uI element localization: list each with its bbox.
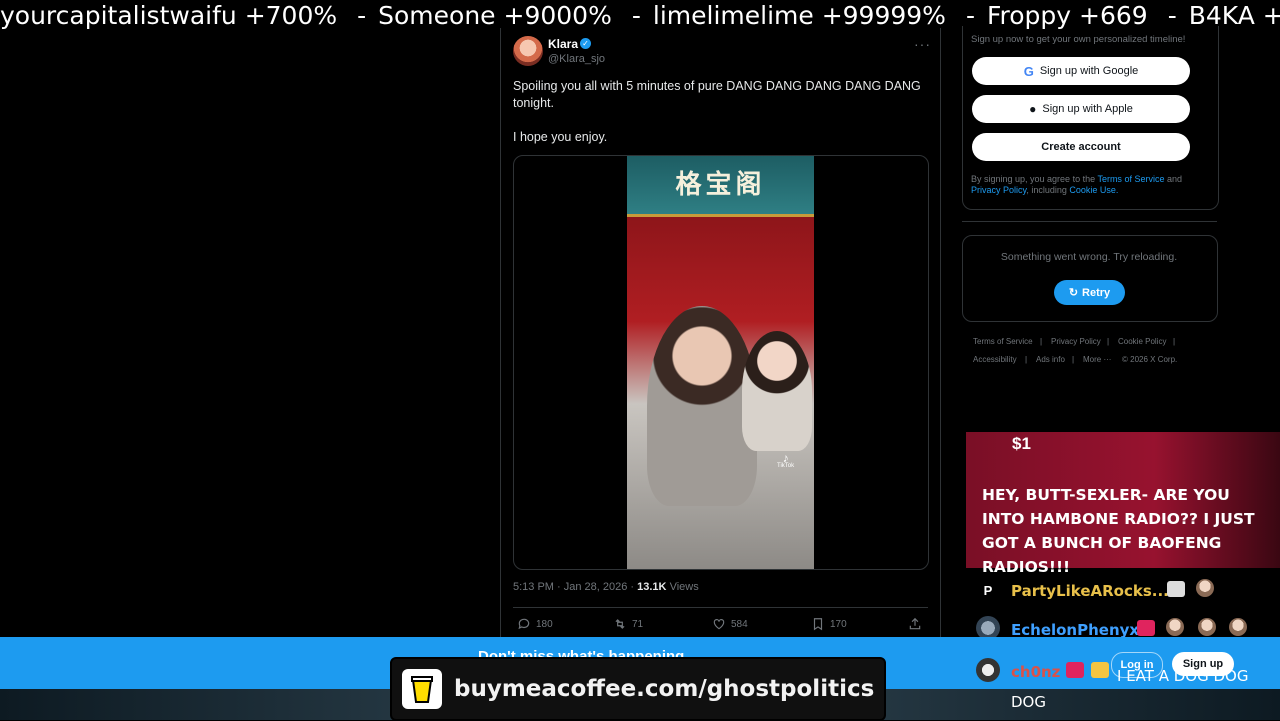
- chat-emote-icon: [1198, 618, 1216, 636]
- coffee-overlay: buymeacoffee.com/ghostpolitics: [390, 657, 886, 721]
- tweet-text: Spoiling you all with 5 minutes of pure …: [513, 78, 928, 163]
- views-count: 13.1K: [637, 581, 667, 593]
- reply-button[interactable]: 180: [517, 617, 553, 631]
- signup-subtitle: Sign up now to get your own personalized…: [971, 34, 1186, 45]
- bookmark-icon: [813, 618, 823, 631]
- google-icon: G: [1023, 63, 1034, 79]
- chat-emote-icon: [1166, 618, 1184, 636]
- ticker-item: Someone +9000%: [378, 1, 612, 30]
- retry-button[interactable]: ↻ Retry: [1054, 280, 1125, 305]
- tiktok-watermark: ♪ TikTok: [777, 451, 795, 469]
- chat-avatar: [976, 658, 1000, 682]
- chat-emote-icon: [1229, 618, 1247, 636]
- repost-button[interactable]: 71: [613, 617, 643, 631]
- ticker-separator: -: [357, 1, 367, 30]
- tweet-timestamp[interactable]: 5:13 PM · Jan 28, 2026 ·: [513, 581, 634, 593]
- footer-sep: |: [1040, 337, 1043, 346]
- donation-message: HEY, BUTT-SEXLER- ARE YOU INTO HAMBONE R…: [982, 486, 1255, 576]
- heart-icon: [713, 619, 725, 630]
- create-account-label: Create account: [1041, 141, 1121, 153]
- legal-text: , including: [1026, 185, 1067, 195]
- tweet-text-line: Spoiling you all with 5 minutes of pure …: [513, 79, 921, 110]
- ticker-item: limelimelime +99999%: [652, 1, 946, 30]
- signup-apple-label: Sign up with Apple: [1042, 103, 1133, 115]
- signup-google-label: Sign up with Google: [1039, 65, 1139, 77]
- chat-badge-icon: [1167, 581, 1185, 597]
- footer-link-cookie[interactable]: Cookie Policy: [1118, 337, 1166, 346]
- video-person: [647, 306, 757, 506]
- ticker-item: yourcapitalistwaifu +700%: [0, 1, 338, 30]
- author-handle[interactable]: @Klara_sjo: [548, 53, 605, 65]
- apple-icon: ●: [1029, 102, 1037, 116]
- ticker-separator: -: [631, 1, 641, 30]
- footer-link-more[interactable]: More ···: [1083, 355, 1111, 364]
- signup-google-button[interactable]: G Sign up with Google: [972, 57, 1190, 85]
- legal-text: By signing up, you agree to the: [971, 174, 1096, 184]
- repost-count: 71: [632, 618, 644, 630]
- privacy-link[interactable]: Privacy Policy: [971, 185, 1026, 195]
- chat-username: PartyLikeARocks...: [1011, 582, 1169, 600]
- chat-badge-icon: [1137, 620, 1155, 636]
- repost-icon: [615, 619, 625, 629]
- reply-count: 180: [536, 618, 553, 630]
- author-avatar[interactable]: [513, 36, 543, 66]
- donation-amount: $1: [1012, 434, 1031, 453]
- refresh-icon: ↻: [1068, 287, 1079, 299]
- divider: [962, 221, 1217, 222]
- bookmark-button[interactable]: 170: [811, 617, 847, 631]
- chat-emote-icon: [1196, 579, 1214, 597]
- footer-sep: |: [1107, 337, 1110, 346]
- signup-legal-text: By signing up, you agree to the Terms of…: [971, 174, 1211, 196]
- chat-avatar: P: [983, 582, 993, 598]
- create-account-button[interactable]: Create account: [972, 133, 1190, 161]
- legal-text: and: [1166, 174, 1183, 184]
- reply-icon: [518, 618, 530, 630]
- more-options-icon[interactable]: ···: [914, 36, 931, 52]
- footer-sep: |: [1025, 355, 1028, 364]
- signup-button[interactable]: Sign up: [1172, 652, 1234, 676]
- error-card: [962, 235, 1218, 322]
- video-person: [742, 331, 812, 451]
- divider: [513, 607, 928, 608]
- coffee-url: buymeacoffee.com/ghostpolitics: [454, 676, 875, 702]
- footer-link-terms[interactable]: Terms of Service: [973, 337, 1033, 346]
- footer-link-ads[interactable]: Ads info: [1036, 355, 1065, 364]
- signup-apple-button[interactable]: ● Sign up with Apple: [972, 95, 1190, 123]
- bookmark-count: 170: [830, 618, 847, 630]
- login-button[interactable]: Log in: [1111, 652, 1163, 678]
- author-name[interactable]: Klara: [548, 37, 578, 51]
- views-label: Views: [669, 581, 699, 593]
- tiktok-label: TikTok: [777, 463, 795, 469]
- footer-link-accessibility[interactable]: Accessibility: [973, 355, 1017, 364]
- tweet-video[interactable]: 格宝阁 ♪ TikTok: [513, 155, 929, 570]
- coffee-cup-icon: [402, 669, 442, 709]
- verified-badge-icon: ✓: [580, 38, 591, 49]
- tweet-meta: 5:13 PM · Jan 28, 2026 · 13.1K Views: [513, 581, 699, 593]
- terms-link[interactable]: Terms of Service: [1097, 174, 1164, 184]
- video-sign-text: 格宝阁: [627, 156, 814, 217]
- video-frame[interactable]: 格宝阁 ♪ TikTok: [627, 156, 814, 569]
- footer-copyright: © 2026 X Corp.: [1122, 355, 1178, 364]
- footer-link-privacy[interactable]: Privacy Policy: [1051, 337, 1101, 346]
- error-message: Something went wrong. Try reloading.: [1000, 251, 1178, 263]
- like-button[interactable]: 584: [712, 617, 748, 631]
- retry-label: Retry: [1082, 286, 1111, 299]
- footer-sep: |: [1072, 355, 1075, 364]
- like-count: 584: [731, 618, 748, 630]
- cookie-link[interactable]: Cookie Use.: [1069, 185, 1118, 195]
- tweet-text-line: I hope you enjoy.: [513, 130, 608, 144]
- footer-sep: |: [1173, 337, 1176, 346]
- share-button[interactable]: [908, 617, 922, 631]
- share-icon: [909, 617, 921, 630]
